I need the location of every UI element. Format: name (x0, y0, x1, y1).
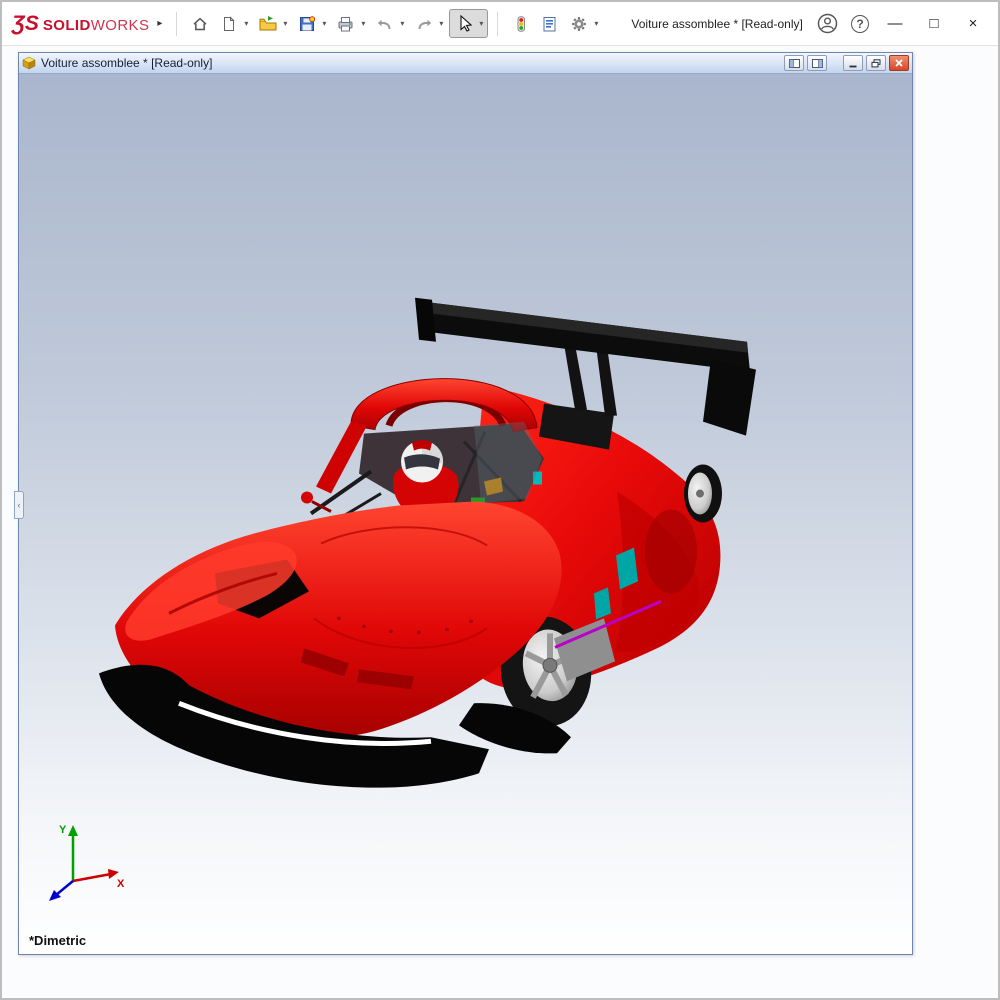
new-document-group: ▾ (215, 10, 252, 37)
close-icon: × (969, 15, 978, 32)
solidworks-app-window: ƷS SOLIDWORKS ▸ ▾ ▾ ▾ (0, 0, 1000, 1000)
options-group: ▾ (565, 10, 602, 37)
maximize-icon: □ (929, 15, 938, 32)
save-dropdown[interactable]: ▾ (319, 19, 329, 28)
options-gear-icon (571, 16, 587, 32)
pane-right-button[interactable] (807, 55, 827, 71)
options-dropdown[interactable]: ▾ (591, 19, 601, 28)
toolbar-separator (176, 12, 177, 36)
doc-minimize-button[interactable] (843, 55, 863, 71)
pane-left-button[interactable] (784, 55, 804, 71)
select-button[interactable] (451, 11, 476, 36)
triad-x-label: X (117, 878, 125, 890)
undo-group: ▾ (371, 10, 408, 37)
redo-dropdown[interactable]: ▾ (436, 19, 446, 28)
doc-close-button[interactable] (889, 55, 909, 71)
home-group (186, 10, 213, 37)
file-properties-icon (542, 16, 557, 32)
graphics-viewport[interactable]: Y X *Dimetric (19, 74, 912, 954)
assembly-cube-icon (22, 56, 36, 70)
orientation-triad[interactable]: Y X (39, 819, 129, 904)
solidworks-logo: ƷS SOLIDWORKS (12, 12, 149, 36)
redo-group: ▾ (410, 10, 447, 37)
help-icon: ? (851, 15, 869, 33)
save-group: ▾ (293, 10, 330, 37)
select-dropdown[interactable]: ▾ (476, 19, 486, 28)
brand-light: WORKS (91, 17, 150, 34)
triad-y-arrow[interactable] (68, 825, 78, 836)
view-orientation-label: *Dimetric (29, 933, 86, 948)
app-minimize-button[interactable]: — (882, 11, 908, 37)
app-close-button[interactable]: × (960, 11, 986, 37)
rebuild-group (507, 10, 534, 37)
document-window-buttons (784, 55, 909, 71)
save-button[interactable] (294, 11, 319, 36)
home-icon (192, 16, 208, 32)
open-folder-icon (259, 16, 277, 31)
dassault-logo-icon: ƷS (12, 12, 39, 36)
help-button[interactable]: ? (851, 15, 869, 33)
brand-bold: SOLID (43, 17, 91, 34)
doc-minimize-icon (848, 59, 858, 68)
new-document-button[interactable] (216, 11, 241, 36)
home-button[interactable] (187, 11, 212, 36)
rebuild-button[interactable] (508, 11, 533, 36)
new-document-icon (221, 16, 237, 32)
account-button[interactable] (817, 13, 838, 34)
document-window: Voiture assomblee * [Read-only] (18, 52, 913, 955)
menu-expand-caret-icon[interactable]: ▸ (157, 18, 162, 29)
pane-right-icon (812, 59, 823, 68)
select-cursor-icon (456, 15, 472, 32)
save-floppy-icon (299, 16, 315, 32)
app-title-bar: ƷS SOLIDWORKS ▸ ▾ ▾ ▾ (2, 2, 998, 46)
print-icon (337, 16, 354, 32)
redo-icon (416, 17, 432, 31)
triad-y-label: Y (59, 824, 67, 836)
rear-right-wheel[interactable] (684, 465, 722, 523)
app-maximize-button[interactable]: □ (921, 11, 947, 37)
undo-button[interactable] (372, 11, 397, 36)
mdi-workspace: Voiture assomblee * [Read-only] (2, 46, 998, 997)
toolbar-separator (497, 12, 498, 36)
car-model-3d[interactable] (19, 74, 912, 954)
active-document-title: Voiture assomblee * [Read-only] (631, 17, 802, 31)
user-account-icon (817, 13, 838, 34)
panel-collapse-icon: ‹ (18, 500, 21, 510)
pane-left-icon (789, 59, 800, 68)
open-group: ▾ (254, 10, 291, 37)
print-group: ▾ (332, 10, 369, 37)
open-dropdown[interactable]: ▾ (280, 19, 290, 28)
new-document-dropdown[interactable]: ▾ (241, 19, 251, 28)
undo-dropdown[interactable]: ▾ (397, 19, 407, 28)
select-tool-group: ▾ (449, 9, 488, 38)
document-window-title: Voiture assomblee * [Read-only] (41, 56, 212, 70)
doc-close-icon (894, 58, 904, 68)
file-properties-group (536, 10, 563, 37)
side-mirror (301, 492, 313, 504)
file-properties-button[interactable] (537, 11, 562, 36)
open-button[interactable] (255, 11, 280, 36)
undo-icon (377, 17, 393, 31)
document-titlebar[interactable]: Voiture assomblee * [Read-only] (19, 53, 912, 74)
redo-button[interactable] (411, 11, 436, 36)
minimize-icon: — (888, 15, 903, 32)
print-dropdown[interactable]: ▾ (358, 19, 368, 28)
options-button[interactable] (566, 11, 591, 36)
print-button[interactable] (333, 11, 358, 36)
brand-name: SOLIDWORKS (43, 17, 150, 34)
doc-restore-button[interactable] (866, 55, 886, 71)
rebuild-traffic-light-icon (513, 16, 529, 32)
doc-restore-icon (871, 59, 881, 68)
featuremanager-collapsed-tab[interactable]: ‹ (14, 491, 24, 519)
appbar-right-controls: ? — □ × (817, 11, 988, 37)
